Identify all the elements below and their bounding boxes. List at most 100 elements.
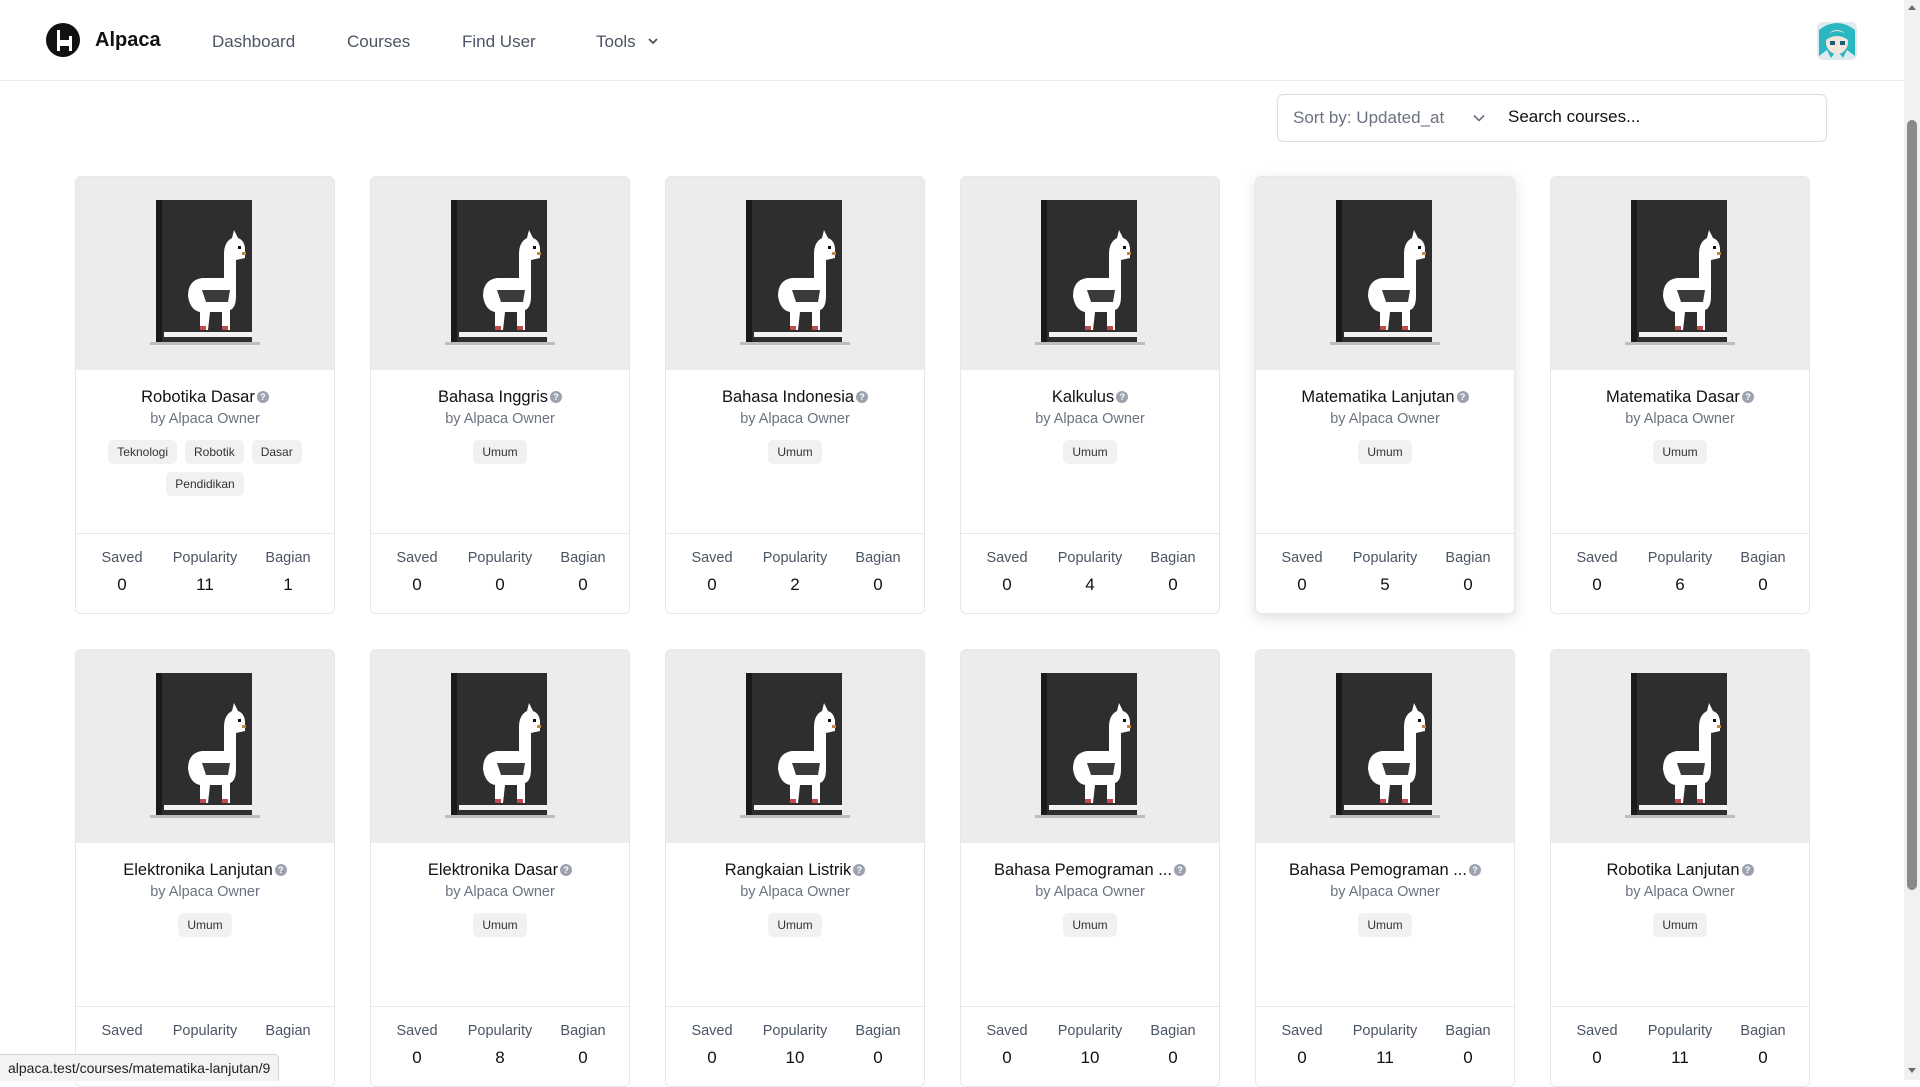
stat-label: Bagian [1445,550,1491,566]
stat-label: Bagian [1740,550,1786,566]
stat-value: 5 [1380,575,1390,594]
page-scrollbar[interactable] [1904,0,1920,1080]
stat-value: 1 [283,575,293,594]
help-circle-icon[interactable]: ? [1468,864,1481,876]
stat-saved: Saved 0 [967,1023,1047,1068]
tag-badge: Umum [1653,913,1707,937]
stat-value: 6 [1675,575,1685,594]
alpaca-book-icon [1625,673,1735,818]
course-stats: Saved 0 Popularity 11 Bagian 0 [1551,1006,1809,1086]
course-tags: Umum [391,913,609,937]
course-card[interactable]: Elektronika Dasar? by Alpaca Owner Umum … [370,649,630,1087]
stat-popularity: Popularity 6 [1640,550,1720,595]
course-title[interactable]: Bahasa Pemograman ... [1289,861,1467,880]
stat-saved: Saved [82,1023,162,1048]
alpaca-logo-icon[interactable] [45,22,81,58]
scroll-up-arrow-icon[interactable] [1908,5,1916,10]
course-title-row: Matematika Dasar? [1561,388,1799,407]
course-card[interactable]: Rangkaian Listrik? by Alpaca Owner Umum … [665,649,925,1087]
help-circle-icon[interactable]: ? [560,864,573,876]
course-tags: Umum [686,913,904,937]
sort-select[interactable]: Sort by: Updated_at [1278,95,1504,141]
stat-value: 0 [412,575,422,594]
stat-label: Saved [691,1023,733,1039]
course-thumbnail [1551,177,1809,370]
course-stats: Saved 0 Popularity 4 Bagian 0 [961,533,1219,613]
course-card[interactable]: Bahasa Inggris? by Alpaca Owner Umum Sav… [370,176,630,614]
help-circle-icon[interactable]: ? [1116,391,1129,403]
stat-bagian: Bagian [248,1023,328,1048]
course-card[interactable]: Robotika Dasar? by Alpaca Owner Teknolog… [75,176,335,614]
course-toolbar: Sort by: Updated_at [1277,94,1827,142]
stat-label: Bagian [265,1023,311,1039]
stat-label: Popularity [1057,1023,1123,1039]
course-card[interactable]: Robotika Lanjutan? by Alpaca Owner Umum … [1550,649,1810,1087]
course-title[interactable]: Rangkaian Listrik [725,861,852,880]
course-title[interactable]: Kalkulus [1052,388,1114,407]
help-circle-icon[interactable]: ? [274,864,287,876]
course-thumbnail [76,650,334,843]
course-title[interactable]: Matematika Lanjutan [1301,388,1454,407]
course-title-row: Matematika Lanjutan? [1266,388,1504,407]
tag-badge: Pendidikan [166,472,244,496]
tag-badge: Umum [1653,440,1707,464]
help-circle-icon[interactable]: ? [256,391,269,403]
stat-value: 0 [495,575,505,594]
course-card[interactable]: Elektronika Lanjutan? by Alpaca Owner Um… [75,649,335,1087]
course-title-row: Elektronika Dasar? [381,861,619,880]
course-tags: Umum [1571,440,1789,464]
stat-bagian: Bagian 0 [1723,1023,1803,1068]
stat-label: Bagian [1150,550,1196,566]
stat-value: 0 [1592,1048,1602,1067]
nav-link-tools[interactable]: Tools [596,32,636,52]
nav-link-courses[interactable]: Courses [347,32,410,52]
course-card[interactable]: Bahasa Pemograman ...? by Alpaca Owner U… [1255,649,1515,1087]
course-title-row: Bahasa Pemograman ...? [1266,861,1504,880]
course-card[interactable]: Bahasa Pemograman ...? by Alpaca Owner U… [960,649,1220,1087]
scrollbar-thumb[interactable] [1907,120,1917,890]
help-circle-icon[interactable]: ? [1456,391,1469,403]
help-circle-icon[interactable]: ? [1173,864,1186,876]
course-card[interactable]: Matematika Dasar? by Alpaca Owner Umum S… [1550,176,1810,614]
course-card[interactable]: Bahasa Indonesia? by Alpaca Owner Umum S… [665,176,925,614]
help-circle-icon[interactable]: ? [853,864,866,876]
brand-name[interactable]: Alpaca [95,29,161,52]
course-card[interactable]: Kalkulus? by Alpaca Owner Umum Saved 0 P… [960,176,1220,614]
help-circle-icon[interactable]: ? [856,391,869,403]
alpaca-book-icon [740,200,850,345]
user-avatar[interactable] [1813,20,1861,62]
stat-label: Bagian [1445,1023,1491,1039]
search-courses-input[interactable] [1504,96,1818,138]
stat-value: 4 [1085,575,1095,594]
course-tags: Umum [1276,913,1494,937]
scroll-down-arrow-icon[interactable] [1908,1068,1916,1073]
alpaca-book-icon [445,673,555,818]
course-card[interactable]: Matematika Lanjutan? by Alpaca Owner Umu… [1255,176,1515,614]
course-thumbnail [666,650,924,843]
course-stats: Saved 0 Popularity 0 Bagian 0 [371,533,629,613]
help-circle-icon[interactable]: ? [1741,391,1754,403]
stat-label: Popularity [467,550,533,566]
stat-value: 0 [707,1048,717,1067]
stat-label: Saved [1576,1023,1618,1039]
stat-value: 0 [578,1048,588,1067]
course-title[interactable]: Elektronika Lanjutan [123,861,273,880]
course-stats: Saved 0 Popularity 11 Bagian 1 [76,533,334,613]
stat-value: 0 [1168,1048,1178,1067]
stat-value: 0 [117,575,127,594]
alpaca-book-icon [1035,673,1145,818]
course-title[interactable]: Robotika Dasar [141,388,255,407]
course-title[interactable]: Matematika Dasar [1606,388,1740,407]
help-circle-icon[interactable]: ? [1741,864,1754,876]
course-title[interactable]: Elektronika Dasar [428,861,558,880]
course-title[interactable]: Robotika Lanjutan [1606,861,1739,880]
course-title[interactable]: Bahasa Pemograman ... [994,861,1172,880]
tag-badge: Umum [768,913,822,937]
course-title[interactable]: Bahasa Inggris [438,388,548,407]
stat-bagian: Bagian 0 [543,1023,623,1068]
nav-link-find-user[interactable]: Find User [462,32,536,52]
nav-link-dashboard[interactable]: Dashboard [212,32,295,52]
help-circle-icon[interactable]: ? [550,391,563,403]
course-title[interactable]: Bahasa Indonesia [722,388,854,407]
stat-value: 0 [1592,575,1602,594]
